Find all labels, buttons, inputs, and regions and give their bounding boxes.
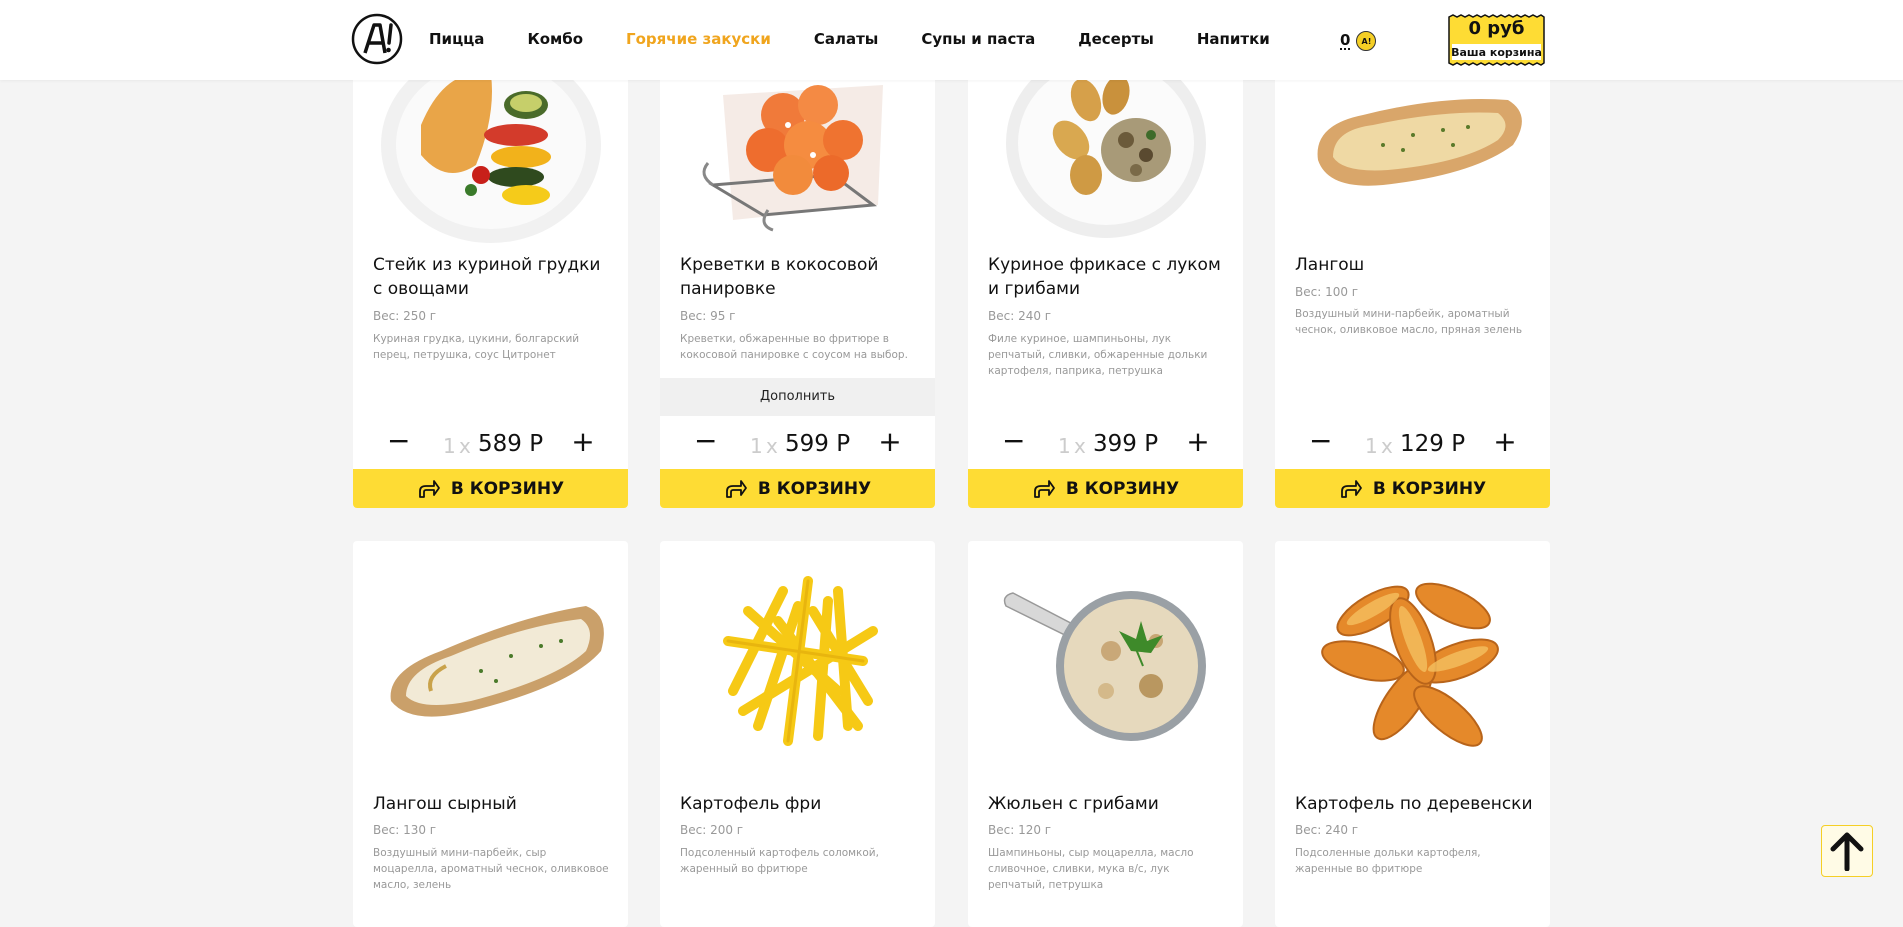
share-arrow-icon — [725, 479, 747, 498]
add-to-cart-label: В КОРЗИНУ — [1372, 478, 1487, 499]
add-to-cart-label: В КОРЗИНУ — [450, 478, 565, 499]
product-description: Подсоленный картофель соломкой, жаренный… — [680, 847, 879, 875]
product-description: Воздушный мини-парбейк, сыр моцарелла, а… — [373, 847, 609, 891]
product-description: Креветки, обжаренные во фритюре в кокосо… — [680, 333, 908, 361]
product-card: Лангош сырный Вес: 130 г Воздушный мини-… — [353, 541, 628, 927]
product-title[interactable]: Лангош — [1295, 253, 1535, 277]
add-to-cart-button[interactable]: В КОРЗИНУ — [353, 469, 628, 508]
bonus-coins[interactable]: 0 A! — [1340, 31, 1377, 51]
times-sign: x — [1381, 434, 1393, 458]
quantity-stepper: − 1 x 129 Р + — [1275, 427, 1550, 459]
share-arrow-icon — [1033, 479, 1055, 498]
add-to-cart-label: В КОРЗИНУ — [757, 478, 872, 499]
product-title[interactable]: Лангош сырный — [373, 792, 613, 816]
quantity-value: 1 — [1058, 434, 1071, 458]
product-card: Картофель по деревенски Вес: 240 г Подсо… — [1275, 541, 1550, 927]
coins-count: 0 — [1340, 31, 1351, 50]
product-image[interactable] — [968, 541, 1243, 781]
decrease-button[interactable]: − — [387, 427, 410, 458]
product-price: 399 Р — [1093, 431, 1159, 457]
product-price: 129 Р — [1400, 431, 1466, 457]
product-title[interactable]: Жюльен с грибами — [988, 792, 1228, 816]
product-image[interactable] — [660, 541, 935, 781]
cart-sum: 0 руб — [1468, 18, 1525, 39]
product-title[interactable]: Стейк из куриной грудки с овощами — [373, 253, 613, 301]
quantity-stepper: − 1 x 399 Р + — [968, 427, 1243, 459]
nav-item-soups-pasta[interactable]: Супы и паста — [921, 30, 1035, 48]
quantity-value: 1 — [1365, 434, 1378, 458]
product-weight: Вес: 100 г — [1295, 285, 1359, 299]
product-weight: Вес: 250 г — [373, 309, 437, 323]
scroll-to-top-button[interactable] — [1821, 825, 1873, 877]
product-price: 589 Р — [478, 431, 544, 457]
add-to-cart-button[interactable]: В КОРЗИНУ — [968, 469, 1243, 508]
product-title[interactable]: Куриное фрикасе с луком и грибами — [988, 253, 1228, 301]
times-sign: x — [459, 434, 471, 458]
quantity-stepper: − 1 x 599 Р + — [660, 427, 935, 459]
increase-button[interactable]: + — [571, 428, 595, 458]
nav-item-salads[interactable]: Салаты — [814, 30, 879, 48]
addon-button[interactable]: Дополнить — [660, 378, 935, 416]
decrease-button[interactable]: − — [694, 427, 717, 458]
main-nav: Пицца Комбо Горячие закуски Салаты Супы … — [429, 30, 1313, 48]
quantity-value: 1 — [750, 434, 763, 458]
product-card: Креветки в кокосовой панировке Вес: 95 г… — [660, 40, 935, 508]
nav-item-hot-snacks[interactable]: Горячие закуски — [626, 30, 771, 48]
product-card: Куриное фрикасе с луком и грибами Вес: 2… — [968, 40, 1243, 508]
product-title[interactable]: Картофель по деревенски — [1295, 792, 1535, 816]
quantity-value: 1 — [443, 434, 456, 458]
increase-button[interactable]: + — [878, 428, 902, 458]
cart-widget[interactable]: 0 руб Ваша корзина — [1448, 14, 1545, 66]
logo[interactable] — [351, 13, 403, 65]
increase-button[interactable]: + — [1186, 428, 1210, 458]
product-price: 599 Р — [785, 431, 851, 457]
product-weight: Вес: 95 г — [680, 309, 736, 323]
site-header: Пицца Комбо Горячие закуски Салаты Супы … — [0, 0, 1903, 80]
product-description: Куриная грудка, цукини, болгарский перец… — [373, 333, 580, 361]
share-arrow-icon — [1340, 479, 1362, 498]
product-card: Стейк из куриной грудки с овощами Вес: 2… — [353, 40, 628, 508]
product-description: Воздушный мини-парбейк, ароматный чеснок… — [1295, 308, 1523, 336]
arrow-up-icon — [1830, 832, 1864, 871]
share-arrow-icon — [418, 479, 440, 498]
add-to-cart-button[interactable]: В КОРЗИНУ — [1275, 469, 1550, 508]
times-sign: x — [766, 434, 778, 458]
nav-item-combo[interactable]: Комбо — [527, 30, 583, 48]
add-to-cart-button[interactable]: В КОРЗИНУ — [660, 469, 935, 508]
product-title[interactable]: Креветки в кокосовой панировке — [680, 253, 920, 301]
product-weight: Вес: 130 г — [373, 823, 437, 837]
product-weight: Вес: 240 г — [1295, 823, 1359, 837]
product-weight: Вес: 240 г — [988, 309, 1052, 323]
product-weight: Вес: 120 г — [988, 823, 1052, 837]
coin-icon: A! — [1356, 31, 1377, 51]
cart-label: Ваша корзина — [1451, 46, 1542, 59]
product-weight: Вес: 200 г — [680, 823, 744, 837]
quantity-stepper: − 1 x 589 Р + — [353, 427, 628, 459]
product-description: Шампиньоны, сыр моцарелла, масло сливочн… — [988, 847, 1194, 891]
product-card: Картофель фри Вес: 200 г Подсоленный кар… — [660, 541, 935, 927]
increase-button[interactable]: + — [1493, 428, 1517, 458]
nav-item-pizza[interactable]: Пицца — [429, 30, 484, 48]
product-description: Подсоленные дольки картофеля, жаренные в… — [1295, 847, 1481, 875]
product-card: Жюльен с грибами Вес: 120 г Шампиньоны, … — [968, 541, 1243, 927]
product-image[interactable] — [1275, 541, 1550, 781]
times-sign: x — [1074, 434, 1086, 458]
nav-item-desserts[interactable]: Десерты — [1078, 30, 1154, 48]
product-image[interactable] — [353, 541, 628, 781]
product-description: Филе куриное, шампиньоны, лук репчатый, … — [988, 333, 1208, 377]
product-card: Лангош Вес: 100 г Воздушный мини-парбейк… — [1275, 40, 1550, 508]
product-title[interactable]: Картофель фри — [680, 792, 920, 816]
add-to-cart-label: В КОРЗИНУ — [1065, 478, 1180, 499]
decrease-button[interactable]: − — [1002, 427, 1025, 458]
decrease-button[interactable]: − — [1309, 427, 1332, 458]
nav-item-drinks[interactable]: Напитки — [1197, 30, 1270, 48]
